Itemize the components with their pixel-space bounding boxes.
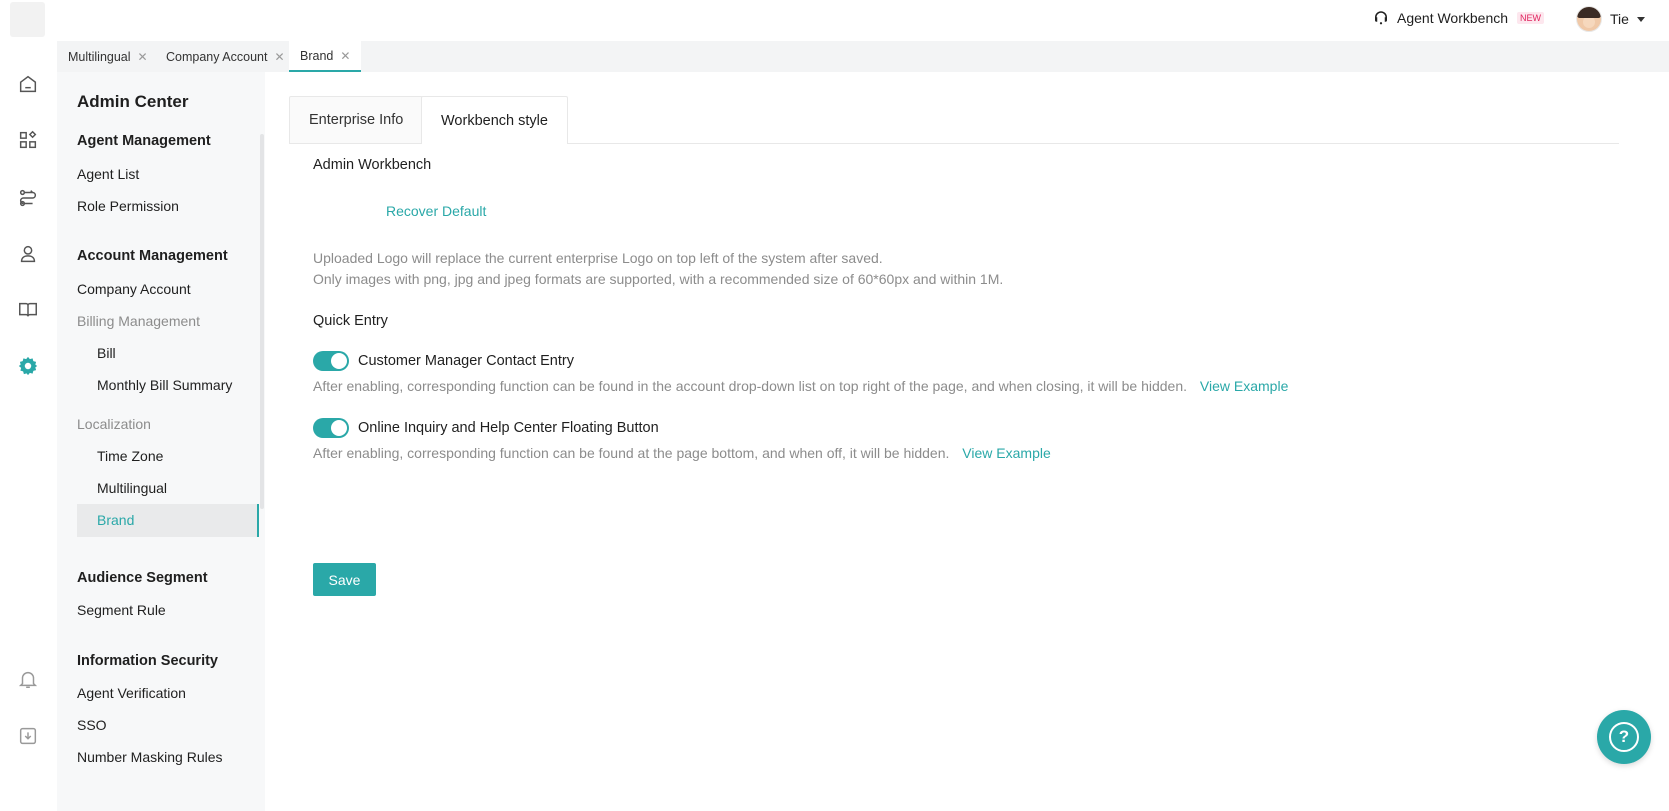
group-agent-management: Agent Management: [77, 133, 211, 149]
floating-button-hint-text: After enabling, corresponding function c…: [313, 445, 950, 461]
tab-label: Company Account: [166, 49, 268, 64]
sidebar-scrollbar[interactable]: [260, 134, 264, 509]
apps-icon[interactable]: [17, 129, 39, 151]
headset-icon: [1375, 11, 1387, 25]
recover-default-link[interactable]: Recover Default: [386, 203, 486, 219]
close-icon[interactable]: ✕: [138, 50, 148, 64]
sidebar-item-monthly-bill-summary[interactable]: Monthly Bill Summary: [97, 377, 232, 393]
avatar: [1576, 6, 1602, 32]
group-account-management: Account Management: [77, 248, 228, 264]
sidebar-item-time-zone[interactable]: Time Zone: [97, 448, 163, 464]
tab-workbench-style[interactable]: Workbench style: [421, 96, 568, 144]
user-name: Tie: [1610, 11, 1629, 27]
tab-brand[interactable]: Brand ✕: [289, 41, 362, 72]
download-icon[interactable]: [17, 725, 39, 747]
customer-manager-entry-toggle[interactable]: [313, 351, 349, 371]
close-icon[interactable]: ✕: [274, 50, 284, 64]
floating-button-label: Online Inquiry and Help Center Floating …: [358, 420, 659, 436]
open-tabs-bar: Multilingual ✕ Company Account ✕ Brand ✕: [57, 41, 1669, 72]
logo-hint-line-1: Uploaded Logo will replace the current e…: [313, 250, 883, 266]
routing-icon[interactable]: [17, 187, 39, 209]
tab-multilingual[interactable]: Multilingual ✕: [57, 41, 159, 72]
tab-enterprise-info[interactable]: Enterprise Info: [289, 96, 424, 143]
customer-manager-entry-hint-text: After enabling, corresponding function c…: [313, 378, 1188, 394]
admin-workbench-label: Admin Workbench: [313, 157, 432, 173]
sidebar-item-agent-list[interactable]: Agent List: [77, 166, 139, 182]
agent-workbench-label: Agent Workbench: [1397, 10, 1509, 26]
new-badge: NEW: [1517, 12, 1545, 24]
floating-button-row: Online Inquiry and Help Center Floating …: [313, 418, 659, 438]
quick-entry-label: Quick Entry: [313, 313, 388, 329]
sidebar-title: Admin Center: [77, 92, 189, 111]
agent-workbench-link[interactable]: Agent Workbench NEW: [1372, 9, 1545, 27]
sidebar-item-company-account[interactable]: Company Account: [77, 281, 191, 297]
chevron-down-icon: [1636, 16, 1645, 22]
top-bar: Agent Workbench NEW Tie: [0, 0, 1669, 42]
sidebar-item-number-masking-rules[interactable]: Number Masking Rules: [77, 749, 223, 765]
logo-hint-line-2: Only images with png, jpg and jpeg forma…: [313, 271, 1004, 287]
user-menu[interactable]: Tie: [1576, 6, 1645, 32]
group-audience-segment: Audience Segment: [77, 570, 208, 586]
content-tabs: Enterprise Info Workbench style: [289, 96, 1619, 144]
sidebar-item-sso[interactable]: SSO: [77, 717, 107, 733]
enterprise-logo[interactable]: [10, 2, 45, 37]
customer-manager-entry-hint: After enabling, corresponding function c…: [313, 375, 1288, 397]
floating-button-toggle[interactable]: [313, 418, 349, 438]
view-example-link[interactable]: View Example: [1200, 378, 1288, 394]
floating-button-hint: After enabling, corresponding function c…: [313, 442, 1051, 464]
agent-icon[interactable]: [17, 243, 39, 265]
sidebar-item-agent-verification[interactable]: Agent Verification: [77, 685, 186, 701]
help-icon: ?: [1609, 722, 1639, 752]
help-floating-button[interactable]: ?: [1597, 710, 1651, 764]
sidebar-item-segment-rule[interactable]: Segment Rule: [77, 602, 166, 618]
sidebar-item-multilingual[interactable]: Multilingual: [97, 480, 167, 496]
bell-icon[interactable]: [17, 668, 39, 690]
admin-sidebar: Admin Center Agent Management Agent List…: [57, 72, 265, 811]
customer-manager-entry-row: Customer Manager Contact Entry: [313, 351, 574, 371]
close-icon[interactable]: ✕: [340, 49, 350, 63]
sidebar-item-bill[interactable]: Bill: [97, 345, 116, 361]
sidebar-item-localization[interactable]: Localization: [77, 416, 151, 432]
tab-company-account[interactable]: Company Account ✕: [155, 41, 296, 72]
group-information-security: Information Security: [77, 653, 218, 669]
home-icon[interactable]: [17, 73, 39, 95]
tab-label: Brand: [300, 48, 334, 63]
sidebar-item-brand[interactable]: Brand: [77, 504, 259, 537]
sidebar-item-billing-management[interactable]: Billing Management: [77, 313, 200, 329]
customer-manager-entry-label: Customer Manager Contact Entry: [358, 353, 574, 369]
save-button[interactable]: Save: [313, 563, 376, 596]
icon-rail: [0, 41, 57, 811]
sidebar-item-role-permission[interactable]: Role Permission: [77, 198, 179, 214]
main-content: Enterprise Info Workbench style Admin Wo…: [265, 72, 1669, 811]
tab-label: Multilingual: [68, 49, 131, 64]
view-example-link[interactable]: View Example: [962, 445, 1050, 461]
settings-icon[interactable]: [17, 355, 39, 377]
book-icon[interactable]: [17, 299, 39, 321]
